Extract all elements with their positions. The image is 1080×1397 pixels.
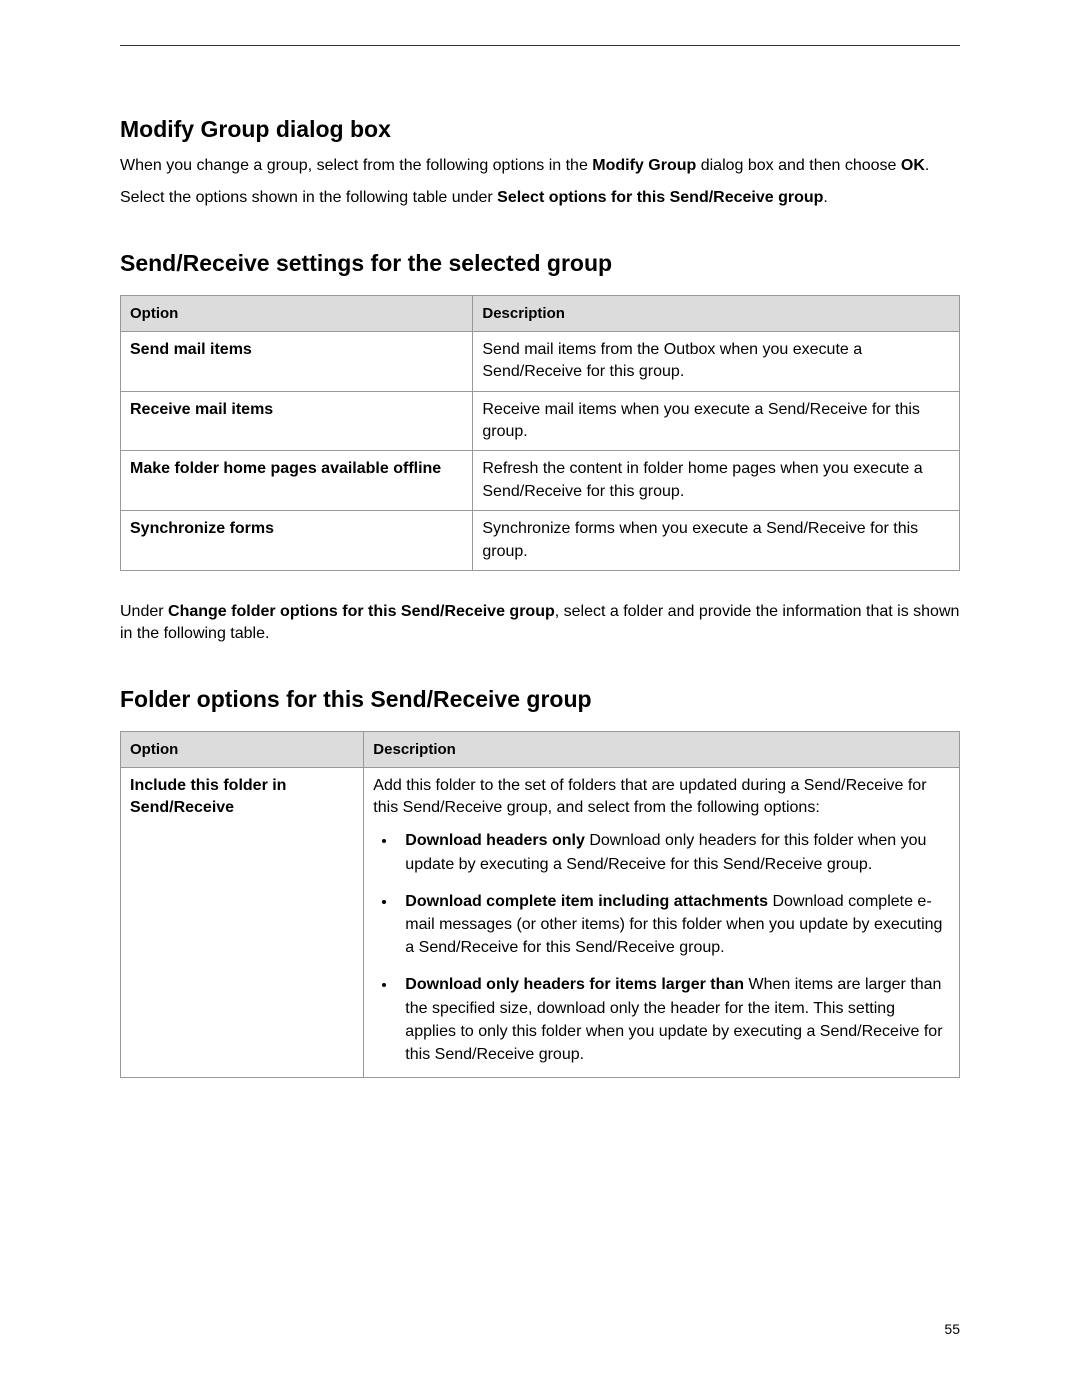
table-row: Receive mail items Receive mail items wh… <box>121 391 960 451</box>
table-row: Include this folder in Send/Receive Add … <box>121 767 960 1077</box>
col-header-description: Description <box>364 731 960 767</box>
bullet-bold: Download only headers for items larger t… <box>405 976 744 993</box>
list-item: Download headers only Download only head… <box>397 829 950 875</box>
page-number: 55 <box>944 1321 960 1337</box>
option-cell: Synchronize forms <box>121 511 473 571</box>
intro-para-3: Under Change folder options for this Sen… <box>120 601 960 646</box>
desc-intro: Add this folder to the set of folders th… <box>373 777 926 816</box>
text: dialog box and then choose <box>696 157 901 174</box>
description-cell: Refresh the content in folder home pages… <box>473 451 960 511</box>
col-header-option: Option <box>121 731 364 767</box>
list-item: Download only headers for items larger t… <box>397 973 950 1066</box>
list-item: Download complete item including attachm… <box>397 890 950 960</box>
option-cell: Send mail items <box>121 331 473 391</box>
bold-text: Modify Group <box>592 157 696 174</box>
text: Under <box>120 603 168 620</box>
bold-text: Change folder options for this Send/Rece… <box>168 603 555 620</box>
heading-folder-options: Folder options for this Send/Receive gro… <box>120 686 960 713</box>
option-cell: Make folder home pages available offline <box>121 451 473 511</box>
text: . <box>823 189 827 206</box>
table-folder-options: Option Description Include this folder i… <box>120 731 960 1078</box>
description-cell: Synchronize forms when you execute a Sen… <box>473 511 960 571</box>
description-cell: Add this folder to the set of folders th… <box>364 767 960 1077</box>
heading-modify-group: Modify Group dialog box <box>120 116 960 143</box>
col-header-option: Option <box>121 295 473 331</box>
heading-send-receive-settings: Send/Receive settings for the selected g… <box>120 250 960 277</box>
options-list: Download headers only Download only head… <box>373 829 950 1066</box>
table-row: Send mail items Send mail items from the… <box>121 331 960 391</box>
option-cell: Include this folder in Send/Receive <box>121 767 364 1077</box>
text: Select the options shown in the followin… <box>120 189 497 206</box>
bullet-bold: Download headers only <box>405 832 585 849</box>
table-row: Synchronize forms Synchronize forms when… <box>121 511 960 571</box>
table-row: Make folder home pages available offline… <box>121 451 960 511</box>
bold-text: Select options for this Send/Receive gro… <box>497 189 823 206</box>
intro-para-2: Select the options shown in the followin… <box>120 187 960 209</box>
option-cell: Receive mail items <box>121 391 473 451</box>
top-rule <box>120 45 960 46</box>
bold-text: OK <box>901 157 925 174</box>
description-cell: Receive mail items when you execute a Se… <box>473 391 960 451</box>
description-cell: Send mail items from the Outbox when you… <box>473 331 960 391</box>
text: . <box>925 157 929 174</box>
intro-para-1: When you change a group, select from the… <box>120 155 960 177</box>
bullet-bold: Download complete item including attachm… <box>405 893 768 910</box>
text: When you change a group, select from the… <box>120 157 592 174</box>
table-send-receive-settings: Option Description Send mail items Send … <box>120 295 960 571</box>
col-header-description: Description <box>473 295 960 331</box>
